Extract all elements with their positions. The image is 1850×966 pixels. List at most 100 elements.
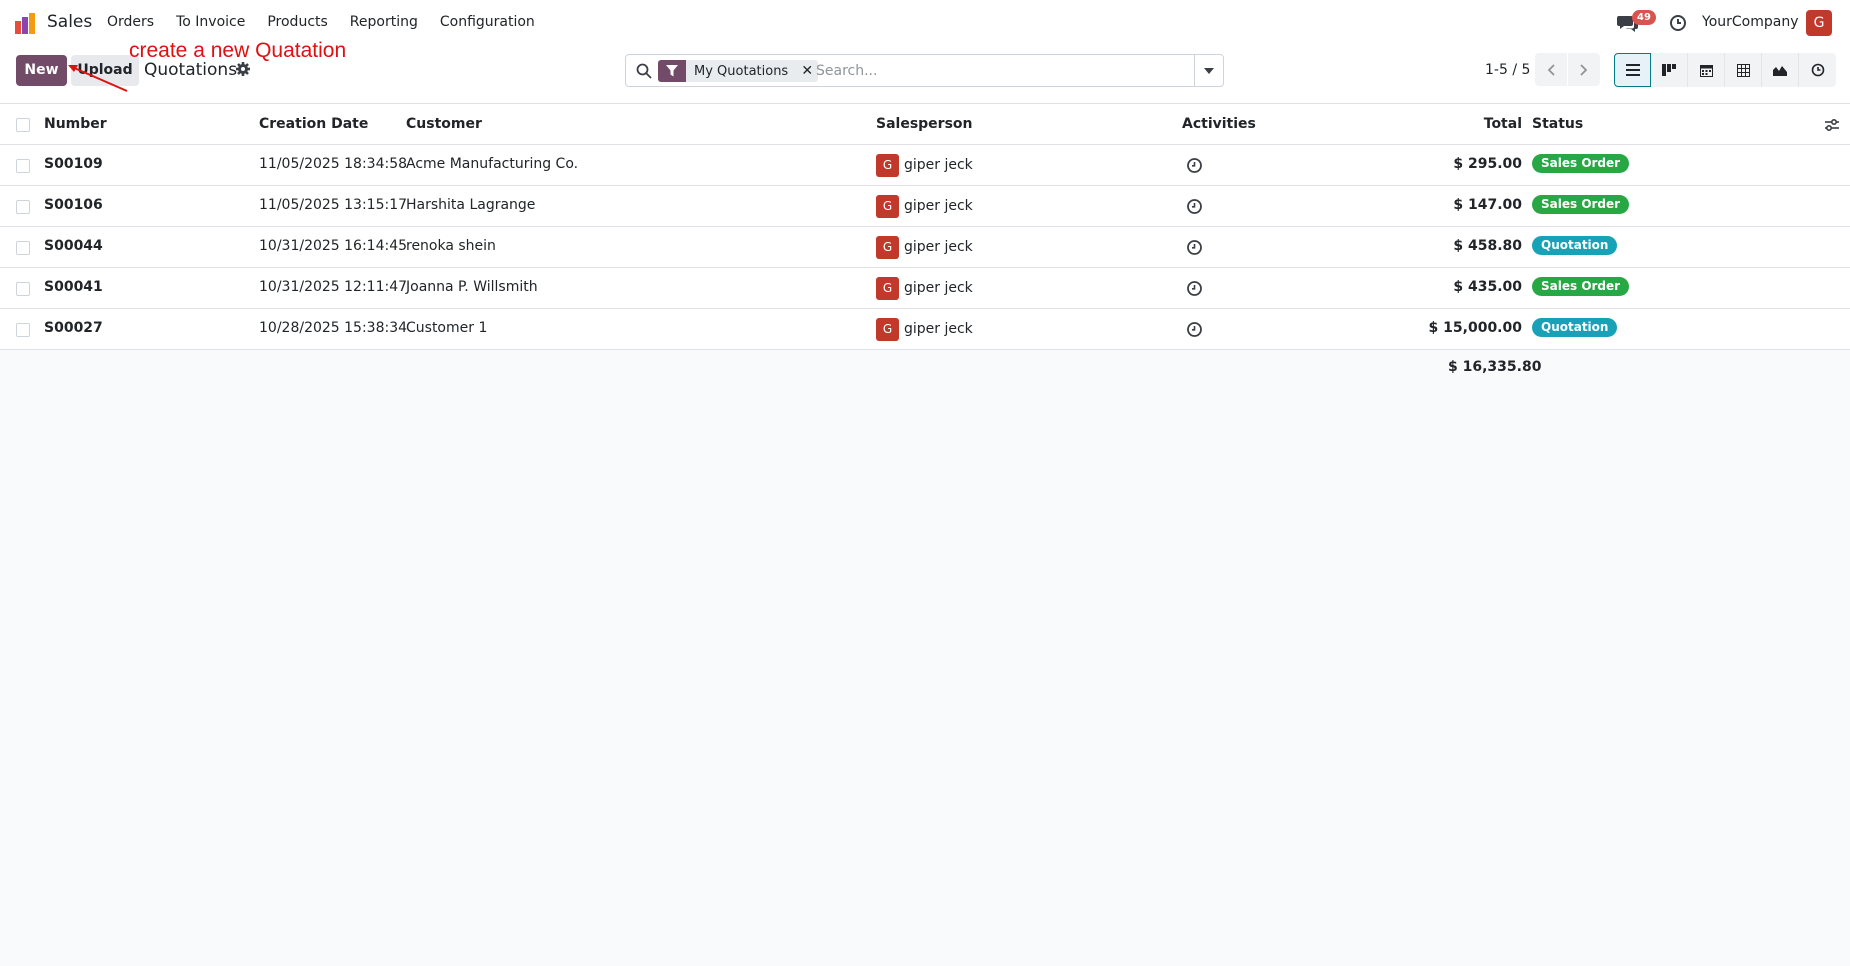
list-view-button[interactable] bbox=[1614, 53, 1651, 87]
table-row[interactable]: S00044 10/31/2025 16:14:45 renoka shein … bbox=[0, 227, 1850, 268]
activity-clock-icon[interactable] bbox=[1186, 280, 1203, 297]
order-total: $ 147.00 bbox=[1453, 197, 1522, 213]
creation-date: 10/28/2025 15:38:34 bbox=[259, 320, 408, 336]
close-icon[interactable]: ✕ bbox=[796, 60, 818, 82]
order-total: $ 435.00 bbox=[1453, 279, 1522, 295]
list-icon bbox=[1625, 64, 1640, 76]
annotation-arrow bbox=[68, 65, 128, 92]
chevron-left-icon bbox=[1547, 63, 1555, 76]
main-menu: Orders To Invoice Products Reporting Con… bbox=[107, 14, 535, 30]
activity-view-button[interactable] bbox=[1799, 53, 1836, 87]
pivot-view-button[interactable] bbox=[1725, 53, 1762, 87]
status-badge: Sales Order bbox=[1532, 154, 1630, 173]
graph-view-button[interactable] bbox=[1762, 53, 1799, 87]
menu-item-to-invoice[interactable]: To Invoice bbox=[176, 14, 245, 30]
status-badge: Quotation bbox=[1532, 236, 1618, 255]
search-bar: My Quotations ✕ bbox=[625, 54, 1224, 87]
order-number: S00041 bbox=[44, 279, 103, 295]
filter-facet: My Quotations ✕ bbox=[658, 60, 819, 82]
caret-down-icon bbox=[1204, 67, 1214, 74]
search-input[interactable] bbox=[816, 59, 1156, 83]
select-all-checkbox[interactable] bbox=[16, 118, 30, 132]
kanban-icon bbox=[1662, 64, 1676, 76]
status-badge: Quotation bbox=[1532, 318, 1618, 337]
calendar-view-button[interactable] bbox=[1688, 53, 1725, 87]
table-row[interactable]: S00106 11/05/2025 13:15:17 Harshita Lagr… bbox=[0, 186, 1850, 227]
customer-name: Joanna P. Willsmith bbox=[406, 279, 538, 295]
activity-clock-icon[interactable] bbox=[1669, 14, 1687, 32]
column-number[interactable]: Number bbox=[44, 116, 107, 132]
order-number: S00106 bbox=[44, 197, 103, 213]
salesperson-avatar: G bbox=[876, 195, 899, 218]
column-status[interactable]: Status bbox=[1532, 116, 1583, 132]
menu-item-configuration[interactable]: Configuration bbox=[440, 14, 535, 30]
user-avatar[interactable]: G bbox=[1806, 10, 1832, 36]
row-checkbox[interactable] bbox=[16, 282, 30, 296]
new-button[interactable]: New bbox=[16, 55, 67, 86]
filter-icon bbox=[658, 60, 686, 82]
customer-name: renoka shein bbox=[406, 238, 496, 254]
menu-item-orders[interactable]: Orders bbox=[107, 14, 154, 30]
menu-item-reporting[interactable]: Reporting bbox=[350, 14, 418, 30]
creation-date: 11/05/2025 13:15:17 bbox=[259, 197, 408, 213]
menu-item-products[interactable]: Products bbox=[267, 14, 327, 30]
status-badge: Sales Order bbox=[1532, 195, 1630, 214]
quotations-table: Number Creation Date Customer Salesperso… bbox=[0, 104, 1850, 350]
pager-next-button[interactable] bbox=[1568, 53, 1600, 86]
creation-date: 10/31/2025 16:14:45 bbox=[259, 238, 408, 254]
salesperson-name: giper jeck bbox=[904, 198, 973, 214]
customer-name: Acme Manufacturing Co. bbox=[406, 156, 579, 172]
app-name[interactable]: Sales bbox=[47, 12, 92, 32]
gear-icon[interactable] bbox=[235, 61, 251, 77]
column-total[interactable]: Total bbox=[1484, 116, 1522, 132]
table-row[interactable]: S00027 10/28/2025 15:38:34 Customer 1 G … bbox=[0, 309, 1850, 350]
activity-clock-icon[interactable] bbox=[1186, 321, 1203, 338]
customer-name: Customer 1 bbox=[406, 320, 488, 336]
activity-clock-icon[interactable] bbox=[1186, 198, 1203, 215]
order-number: S00109 bbox=[44, 156, 103, 172]
pager-value[interactable]: 1-5 / 5 bbox=[1485, 62, 1530, 78]
message-count-badge: 49 bbox=[1632, 10, 1656, 25]
search-icon[interactable] bbox=[636, 63, 652, 79]
table-row[interactable]: S00109 11/05/2025 18:34:58 Acme Manufact… bbox=[0, 145, 1850, 186]
column-activities[interactable]: Activities bbox=[1182, 116, 1256, 132]
salesperson-avatar: G bbox=[876, 277, 899, 300]
status-badge: Sales Order bbox=[1532, 277, 1630, 296]
table-icon bbox=[1736, 63, 1750, 77]
salesperson-avatar: G bbox=[876, 318, 899, 341]
order-number: S00027 bbox=[44, 320, 103, 336]
pager-previous-button[interactable] bbox=[1535, 53, 1567, 86]
chevron-right-icon bbox=[1580, 63, 1588, 76]
customer-name: Harshita Lagrange bbox=[406, 197, 536, 213]
column-customer[interactable]: Customer bbox=[406, 116, 482, 132]
row-checkbox[interactable] bbox=[16, 323, 30, 337]
creation-date: 10/31/2025 12:11:47 bbox=[259, 279, 408, 295]
column-settings-icon[interactable] bbox=[1824, 117, 1840, 133]
row-checkbox[interactable] bbox=[16, 200, 30, 214]
calendar-icon bbox=[1699, 64, 1713, 77]
kanban-view-button[interactable] bbox=[1651, 53, 1688, 87]
order-total: $ 295.00 bbox=[1453, 156, 1522, 172]
salesperson-avatar: G bbox=[876, 154, 899, 177]
activity-clock-icon[interactable] bbox=[1186, 239, 1203, 256]
order-number: S00044 bbox=[44, 238, 103, 254]
annotation-text: create a new Quatation bbox=[129, 39, 347, 62]
search-options-toggle[interactable] bbox=[1194, 55, 1223, 86]
column-creation-date[interactable]: Creation Date bbox=[259, 116, 368, 132]
row-checkbox[interactable] bbox=[16, 159, 30, 173]
column-salesperson[interactable]: Salesperson bbox=[876, 116, 973, 132]
creation-date: 11/05/2025 18:34:58 bbox=[259, 156, 408, 172]
order-total: $ 458.80 bbox=[1453, 238, 1522, 254]
area-chart-icon bbox=[1773, 66, 1787, 76]
sales-app-icon[interactable] bbox=[14, 11, 38, 35]
company-switcher[interactable]: YourCompany bbox=[1702, 14, 1799, 30]
salesperson-name: giper jeck bbox=[904, 280, 973, 296]
row-checkbox[interactable] bbox=[16, 241, 30, 255]
salesperson-name: giper jeck bbox=[904, 239, 973, 255]
page-title[interactable]: Quotations bbox=[144, 60, 237, 80]
order-total: $ 15,000.00 bbox=[1428, 320, 1522, 336]
table-row[interactable]: S00041 10/31/2025 12:11:47 Joanna P. Wil… bbox=[0, 268, 1850, 309]
salesperson-avatar: G bbox=[876, 236, 899, 259]
table-header: Number Creation Date Customer Salesperso… bbox=[0, 104, 1850, 145]
activity-clock-icon[interactable] bbox=[1186, 157, 1203, 174]
